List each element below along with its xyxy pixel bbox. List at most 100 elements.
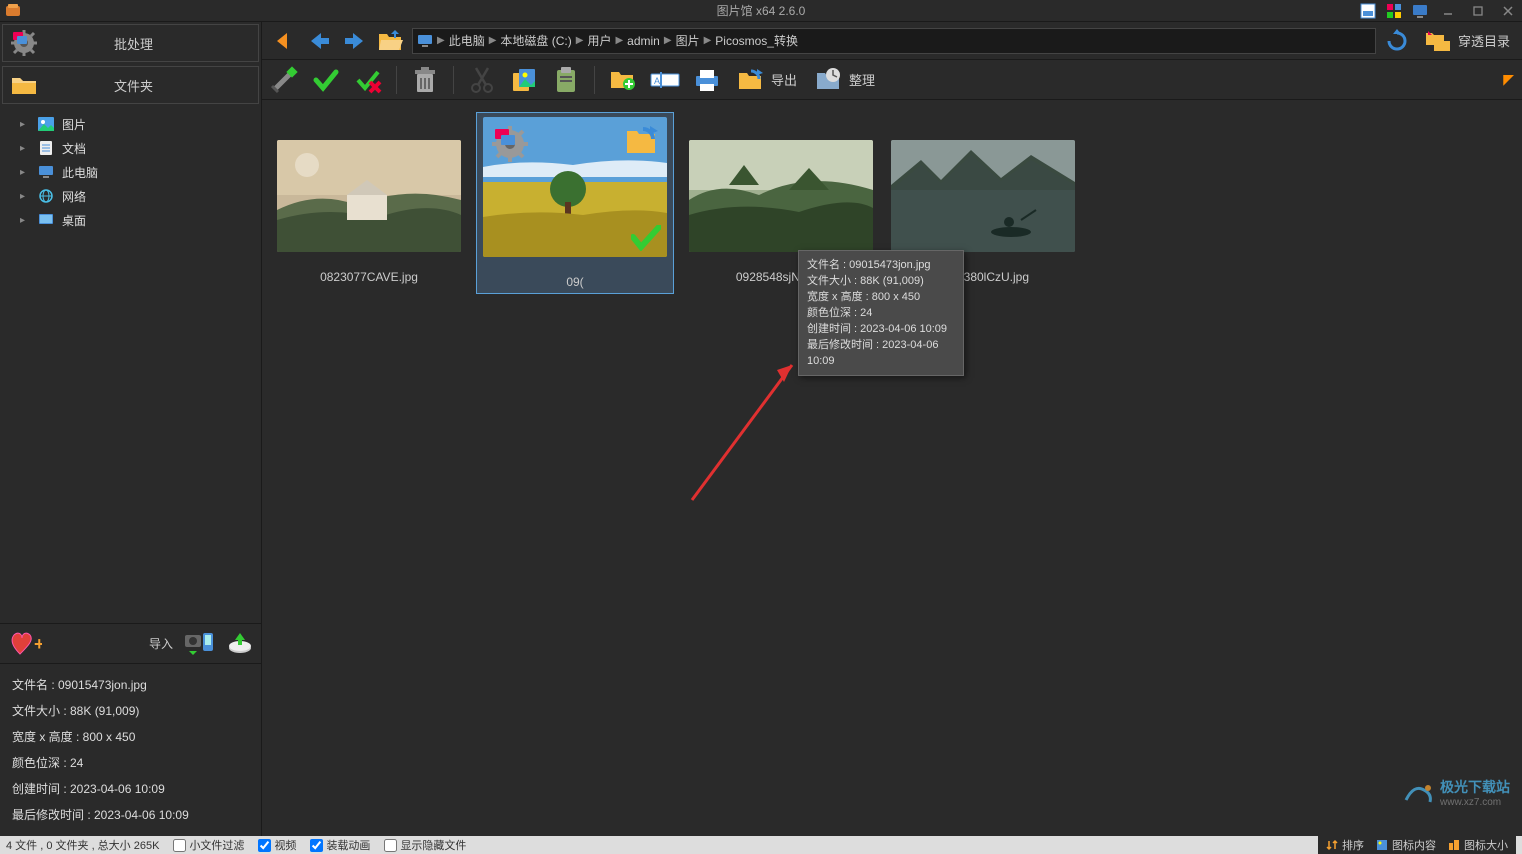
expand-icon[interactable]: ▸ [20,143,30,154]
path-seg-3[interactable]: admin▶ [627,34,671,48]
thumb-rotate-icon[interactable] [623,123,661,157]
thumb-image [891,140,1075,252]
path-seg-1[interactable]: 本地磁盘 (C:)▶ [500,32,583,49]
status-chk-small-files[interactable]: 小文件过滤 [173,837,244,853]
device-import-icon[interactable] [183,631,217,657]
batch-label: 批处理 [45,34,222,53]
nav-forward-button[interactable] [340,26,370,56]
thumb-item[interactable]: 0823077CAVE.jpg [274,112,464,294]
minimize-button[interactable] [1438,3,1458,19]
info-modified: 最后修改时间 : 2023-04-06 10:09 [12,802,249,828]
tool-copy-button[interactable] [508,64,540,96]
status-content-button[interactable]: 图标内容 [1376,837,1436,853]
info-created: 创建时间 : 2023-04-06 10:09 [12,776,249,802]
status-sort-button[interactable]: 排序 [1326,837,1364,853]
tree-item-documents[interactable]: ▸ 文档 [0,136,261,160]
titlebar-tool-1-icon[interactable] [1360,3,1376,19]
svg-text:+: + [34,634,42,654]
status-chk-video[interactable]: 视频 [258,837,296,853]
toolbar-expand-icon[interactable]: ◤ [1503,71,1514,88]
thumb-check-icon[interactable] [631,225,661,251]
disk-import-icon[interactable] [227,631,253,657]
nav-up-button[interactable] [304,26,334,56]
nav-open-folder-button[interactable] [376,26,406,56]
statusbar: 4 文件 , 0 文件夹 , 总大小 265K 小文件过滤 视频 装载动画 显示… [0,836,1522,854]
expand-icon[interactable]: ▸ [20,191,30,202]
path-seg-4[interactable]: 图片▶ [676,32,712,49]
thumb-label: 0823077CAVE.jpg [320,270,418,284]
thumb-item-selected[interactable]: 09( [476,112,674,294]
network-icon [38,189,54,203]
annotation-arrow [682,350,812,510]
tool-organize-button[interactable]: 整理 [811,67,879,93]
close-button[interactable] [1498,3,1518,19]
path-seg-5[interactable]: Picosmos_转换 [715,32,798,49]
tree-item-network[interactable]: ▸ 网络 [0,184,261,208]
thumb-image [689,140,873,252]
info-bitdepth: 颜色位深 : 24 [12,750,249,776]
refresh-button[interactable] [1382,26,1412,56]
path-seg-2[interactable]: 用户▶ [587,32,623,49]
nav-back-button[interactable] [268,26,298,56]
expand-icon[interactable]: ▸ [20,215,30,226]
import-label: 导入 [149,635,173,652]
sidebar: 批处理 文件夹 ▸ 图片 ▸ 文档 ▸ 此电脑 [0,22,262,836]
content: ▶ 此电脑▶ 本地磁盘 (C:)▶ 用户▶ admin▶ 图片▶ Picosmo… [262,22,1522,836]
tool-delete-button[interactable] [409,64,441,96]
tool-print-button[interactable] [691,64,723,96]
nav-row: ▶ 此电脑▶ 本地磁盘 (C:)▶ 用户▶ admin▶ 图片▶ Picosmo… [262,22,1522,60]
info-panel: 文件名 : 09015473jon.jpg 文件大小 : 88K (91,009… [0,663,261,836]
info-filename: 文件名 : 09015473jon.jpg [12,672,249,698]
folder-label: 文件夹 [45,76,222,95]
tree-item-pictures[interactable]: ▸ 图片 [0,112,261,136]
thumb-image [483,117,667,257]
organize-icon [815,67,843,93]
status-chk-animation[interactable]: 装载动画 [310,837,370,853]
path-seg-0[interactable]: 此电脑▶ [449,32,497,49]
thumb-label: 09( [566,275,583,289]
thumb-batch-icon[interactable] [489,123,531,165]
batch-gear-icon [9,28,39,58]
watermark: 极光下载站 www.xz7.com [1404,777,1510,808]
maximize-button[interactable] [1468,3,1488,19]
tool-rename-button[interactable]: A [649,64,681,96]
app-title: 图片馆 x64 2.6.0 [717,2,806,19]
tool-export-button[interactable]: 导出 [733,67,801,93]
folder-icon [9,70,39,100]
titlebar-tool-3-icon[interactable] [1412,3,1428,19]
batch-button[interactable]: 批处理 [2,24,259,62]
titlebar: 图片馆 x64 2.6.0 [0,0,1522,22]
desktop-icon [38,213,54,227]
path-root-icon[interactable] [417,34,433,48]
tool-new-folder-button[interactable] [607,64,639,96]
info-filesize: 文件大小 : 88K (91,009) [12,698,249,724]
tool-deselect-button[interactable] [352,64,384,96]
expand-icon[interactable]: ▸ [20,119,30,130]
document-icon [38,141,54,155]
expand-icon[interactable]: ▸ [20,167,30,178]
tool-select-all-button[interactable] [310,64,342,96]
thumbnail-grid[interactable]: 0823077CAVE.jpg 09( [262,100,1522,836]
svg-text:A: A [654,76,660,86]
tool-cut-button[interactable] [466,64,498,96]
thumb-image [277,140,461,252]
import-row: + 导入 [0,623,261,663]
penetrate-icon [1424,29,1452,53]
path-bar[interactable]: ▶ 此电脑▶ 本地磁盘 (C:)▶ 用户▶ admin▶ 图片▶ Picosmo… [412,28,1376,54]
tool-settings-button[interactable] [268,64,300,96]
status-size-button[interactable]: 图标大小 [1448,837,1508,853]
tool-paste-button[interactable] [550,64,582,96]
titlebar-tool-2-icon[interactable] [1386,3,1402,19]
app-icon [4,2,22,20]
toolbar: A 导出 整理 ◤ [262,60,1522,100]
status-chk-hidden[interactable]: 显示隐藏文件 [384,837,466,853]
favorite-add-icon[interactable]: + [8,630,42,658]
folder-tree: ▸ 图片 ▸ 文档 ▸ 此电脑 ▸ 网络 ▸ 桌面 [0,106,261,238]
tree-item-computer[interactable]: ▸ 此电脑 [0,160,261,184]
tree-item-desktop[interactable]: ▸ 桌面 [0,208,261,232]
penetrate-button[interactable]: 穿透目录 [1418,29,1516,53]
export-icon [737,67,765,93]
computer-icon [38,165,54,179]
folder-button[interactable]: 文件夹 [2,66,259,104]
file-tooltip: 文件名 : 09015473jon.jpg 文件大小 : 88K (91,009… [798,250,964,376]
